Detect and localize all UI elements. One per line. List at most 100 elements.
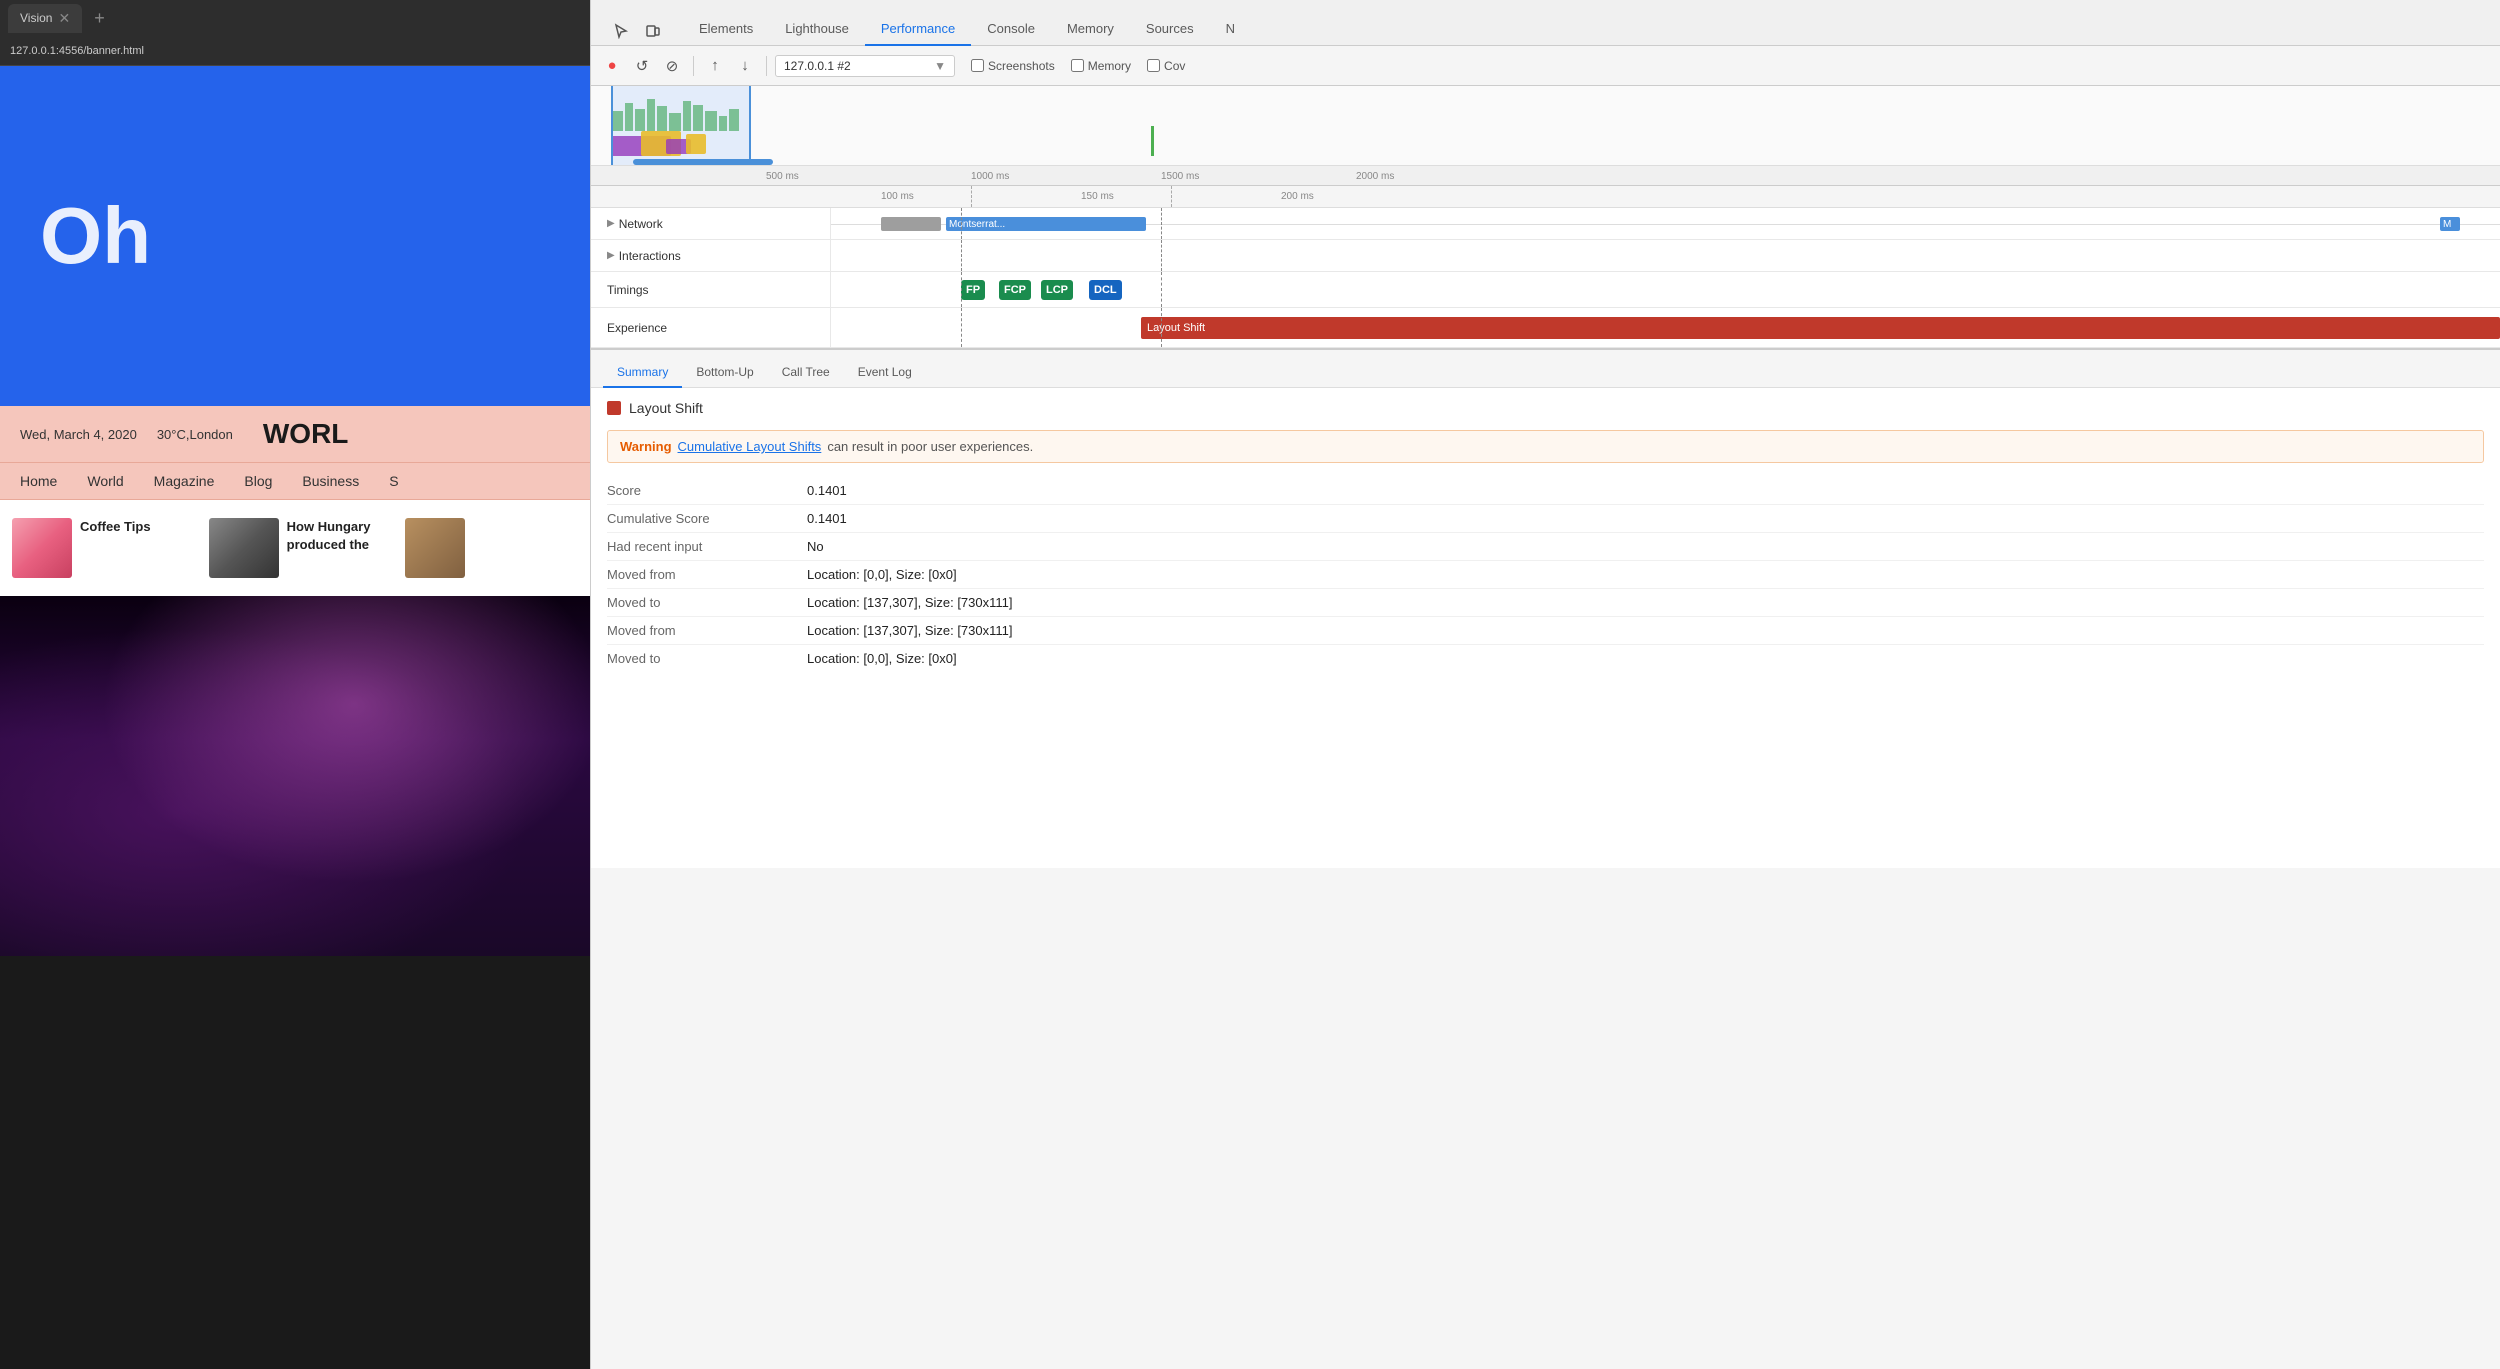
- interactions-dashed-2: [1161, 240, 1162, 271]
- nav-s[interactable]: S: [389, 473, 398, 489]
- cumulative-score-label: Cumulative Score: [607, 511, 807, 526]
- tab-close-btn[interactable]: ✕: [58, 10, 70, 27]
- tab-elements[interactable]: Elements: [683, 13, 769, 46]
- nav-home[interactable]: Home: [20, 473, 57, 489]
- ruler-150ms: 150 ms: [1081, 191, 1114, 202]
- network-item-montserrat[interactable]: Montserrat...: [946, 217, 1146, 231]
- score-row: Score 0.1401: [607, 477, 2484, 505]
- tab-call-tree[interactable]: Call Tree: [768, 358, 844, 388]
- new-tab-btn[interactable]: +: [94, 8, 105, 29]
- moved-to-2-row: Moved to Location: [0,0], Size: [0x0]: [607, 645, 2484, 672]
- concert-crowd-bg: [0, 596, 590, 956]
- refresh-btn[interactable]: ↺: [629, 53, 655, 79]
- tab-summary[interactable]: Summary: [603, 358, 682, 388]
- cursor-icon[interactable]: [607, 17, 635, 45]
- clear-btn[interactable]: ⊘: [659, 53, 685, 79]
- timing-lcp[interactable]: LCP: [1041, 280, 1073, 300]
- network-item-m[interactable]: M: [2440, 217, 2460, 231]
- network-item-gray: [881, 217, 941, 231]
- target-selector[interactable]: 127.0.0.1 #2 ▼: [775, 55, 955, 77]
- toolbar-divider-1: [693, 56, 694, 76]
- layout-shift-color-indicator: [607, 401, 621, 415]
- interactions-dashed-1: [961, 240, 962, 271]
- tab-lighthouse[interactable]: Lighthouse: [769, 13, 865, 46]
- moved-from-2-value: Location: [137,307], Size: [730x111]: [807, 623, 1013, 638]
- card2-image: [209, 518, 279, 578]
- warning-text: can result in poor user experiences.: [827, 439, 1033, 454]
- device-icon[interactable]: [639, 17, 667, 45]
- timeline-overview[interactable]: 500 ms 1000 ms 1500 ms 2000 ms: [591, 86, 2500, 186]
- dashed-line-2: [1171, 186, 1172, 207]
- timeline-minimap: 500 ms 1000 ms 1500 ms 2000 ms: [591, 86, 2500, 185]
- news-card-1: Coffee Tips: [0, 510, 197, 586]
- news-temp: 30°C,London: [157, 427, 233, 442]
- track-experience-label: Experience: [591, 308, 831, 347]
- download-btn[interactable]: ↓: [732, 53, 758, 79]
- timeline-details: 100 ms 150 ms 200 ms ▶ Network Montserra…: [591, 186, 2500, 1369]
- ruler-1000ms: 1000 ms: [971, 171, 1009, 182]
- nav-blog[interactable]: Blog: [244, 473, 272, 489]
- webpage-panel: Vision ✕ + 127.0.0.1:4556/banner.html Oh…: [0, 0, 590, 1369]
- track-experience-content: Layout Shift: [831, 308, 2500, 347]
- card2-title: How Hungary produced the: [287, 518, 382, 554]
- news-title: WORL: [263, 418, 349, 450]
- timing-dcl[interactable]: DCL: [1089, 280, 1122, 300]
- timings-label-text: Timings: [607, 283, 649, 297]
- devtools-icons: [599, 17, 675, 45]
- screenshots-checkbox[interactable]: [971, 59, 984, 72]
- experience-dashed-2: [1161, 308, 1162, 347]
- moved-from-2-label: Moved from: [607, 623, 807, 638]
- track-network-content: Montserrat... M: [831, 208, 2500, 239]
- interactions-chevron-icon: ▶: [607, 250, 615, 261]
- moved-from-2-row: Moved from Location: [137,307], Size: [7…: [607, 617, 2484, 645]
- timings-dashed-1: [961, 272, 962, 307]
- coverage-checkbox-group: Cov: [1147, 59, 1185, 73]
- record-btn[interactable]: ●: [599, 53, 625, 79]
- layout-shift-bar[interactable]: Layout Shift: [1141, 317, 2500, 339]
- recent-input-label: Had recent input: [607, 539, 807, 554]
- track-interactions-content: [831, 240, 2500, 271]
- nav-world[interactable]: World: [87, 473, 123, 489]
- warning-link[interactable]: Cumulative Layout Shifts: [678, 439, 822, 454]
- timings-dashed-2: [1161, 272, 1162, 307]
- layout-shift-header: Layout Shift: [607, 400, 2484, 416]
- tab-sources[interactable]: Sources: [1130, 13, 1210, 46]
- warning-label: Warning: [620, 439, 672, 454]
- toolbar-divider-2: [766, 56, 767, 76]
- card3-image: [405, 518, 465, 578]
- memory-checkbox[interactable]: [1071, 59, 1084, 72]
- tab-event-log[interactable]: Event Log: [844, 358, 926, 388]
- moved-to-1-value: Location: [137,307], Size: [730x111]: [807, 595, 1013, 610]
- track-network-label[interactable]: ▶ Network: [591, 208, 831, 239]
- memory-checkbox-group: Memory: [1071, 59, 1131, 73]
- interactions-label-text: Interactions: [619, 249, 681, 263]
- layout-shift-data-table: Score 0.1401 Cumulative Score 0.1401 Had…: [607, 477, 2484, 672]
- target-dropdown-icon: ▼: [934, 59, 946, 73]
- browser-tab[interactable]: Vision ✕: [8, 4, 82, 33]
- hero-title: Oh: [40, 190, 151, 282]
- tab-label: Vision: [20, 11, 52, 25]
- network-label-text: Network: [619, 217, 663, 231]
- nav-magazine[interactable]: Magazine: [154, 473, 215, 489]
- track-timings: Timings FP FCP LCP DCL: [591, 272, 2500, 308]
- coverage-checkbox[interactable]: [1147, 59, 1160, 72]
- screenshots-label: Screenshots: [988, 59, 1055, 73]
- timing-fp[interactable]: FP: [961, 280, 985, 300]
- timing-fcp[interactable]: FCP: [999, 280, 1031, 300]
- nav-business[interactable]: Business: [302, 473, 359, 489]
- network-chevron-icon: ▶: [607, 218, 615, 229]
- tab-memory[interactable]: Memory: [1051, 13, 1130, 46]
- tab-network[interactable]: N: [1210, 13, 1251, 46]
- devtools-toolbar: ● ↺ ⊘ ↑ ↓ 127.0.0.1 #2 ▼ Screenshots Mem…: [591, 46, 2500, 86]
- timeline-ruler-detail: 100 ms 150 ms 200 ms: [591, 186, 2500, 208]
- green-marker: [1151, 126, 1154, 156]
- track-network: ▶ Network Montserrat... M: [591, 208, 2500, 240]
- tab-console[interactable]: Console: [971, 13, 1051, 46]
- tab-bottom-up[interactable]: Bottom-Up: [682, 358, 767, 388]
- cumulative-score-value: 0.1401: [807, 511, 847, 526]
- track-interactions-label[interactable]: ▶ Interactions: [591, 240, 831, 271]
- tab-performance[interactable]: Performance: [865, 13, 971, 46]
- news-card-3: [393, 510, 590, 586]
- upload-btn[interactable]: ↑: [702, 53, 728, 79]
- address-text: 127.0.0.1:4556/banner.html: [10, 45, 144, 57]
